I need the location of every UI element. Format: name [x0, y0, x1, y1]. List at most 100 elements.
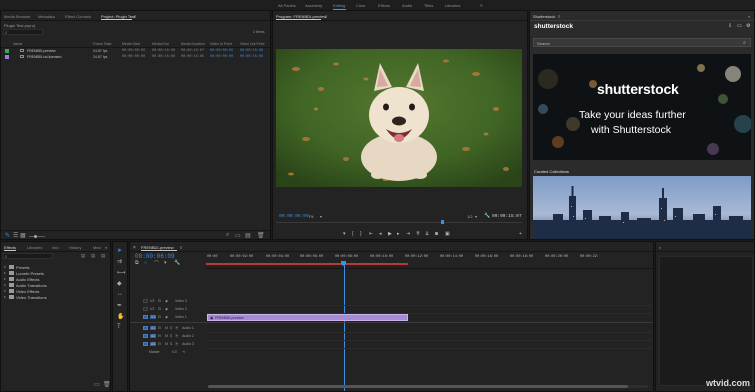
- mark-in-icon[interactable]: {: [352, 231, 354, 237]
- workspace-color[interactable]: Color: [356, 3, 366, 8]
- step-forward-icon[interactable]: ▸: [397, 231, 400, 237]
- search-icon[interactable]: ⌕: [743, 40, 746, 46]
- panel-overflow-icon[interactable]: »: [748, 14, 750, 19]
- col-frame-rate[interactable]: Frame Rate: [93, 42, 111, 46]
- tab-metadata[interactable]: Metadata: [38, 14, 55, 19]
- mute-button[interactable]: M: [165, 334, 168, 338]
- camera-icon[interactable]: ◙: [435, 231, 438, 237]
- tab-program[interactable]: Program: FRENBDI-preview: [276, 14, 326, 19]
- workspace-overflow-icon[interactable]: »: [480, 3, 483, 9]
- tab-effect-controls[interactable]: Effect Controls: [65, 14, 91, 19]
- mark-out-icon[interactable]: }: [360, 231, 362, 237]
- add-button-icon[interactable]: +: [519, 231, 522, 237]
- sync-lock-icon[interactable]: ⊟: [158, 307, 161, 311]
- program-timecode[interactable]: 00:00:06:09: [279, 214, 309, 219]
- trash-icon[interactable]: 🗑: [103, 381, 110, 388]
- yuv-effects-icon[interactable]: ▤: [101, 253, 105, 259]
- selection-tool-icon[interactable]: ➤: [117, 247, 122, 254]
- time-ruler[interactable]: 00:00 00:00:02:00 00:00:04:00 00:00:06:0…: [206, 252, 653, 269]
- trash-icon[interactable]: 🗑: [257, 232, 265, 239]
- project-search-input[interactable]: ⌕: [3, 29, 43, 35]
- track-divider[interactable]: [130, 322, 206, 323]
- tab-media-browser[interactable]: Media Browser: [4, 14, 31, 19]
- timeline-scrollbar[interactable]: [208, 385, 648, 388]
- workspace-libraries[interactable]: Libraries: [445, 3, 460, 8]
- source-patch[interactable]: [143, 342, 148, 346]
- hand-tool-icon[interactable]: ✋: [117, 313, 124, 320]
- track-id[interactable]: A1: [150, 325, 157, 330]
- step-back-icon[interactable]: ◂: [379, 231, 382, 237]
- tab-shutterstock[interactable]: Shutterstock: [533, 14, 555, 19]
- sync-lock-icon[interactable]: ⊟: [158, 342, 161, 346]
- workspace-assembly[interactable]: Assembly: [305, 3, 322, 8]
- expand-arrow-icon[interactable]: ▸: [4, 270, 6, 275]
- col-media-end[interactable]: Media End: [152, 42, 169, 46]
- col-video-in[interactable]: Video In Point: [210, 42, 232, 46]
- track-id[interactable]: V2: [150, 307, 154, 311]
- expand-arrow-icon[interactable]: ▸: [4, 294, 6, 299]
- track-select-tool-icon[interactable]: ⇉: [117, 258, 122, 265]
- tab-info[interactable]: Info: [52, 245, 59, 250]
- mic-icon[interactable]: ⦿: [175, 342, 179, 347]
- eye-icon[interactable]: ◉: [165, 315, 168, 319]
- tab-project[interactable]: Project: Plugin Test: [101, 14, 135, 19]
- sync-lock-icon[interactable]: ⊟: [158, 315, 161, 319]
- sync-lock-icon[interactable]: ⊟: [158, 299, 161, 303]
- solo-button[interactable]: S: [170, 342, 172, 346]
- shutterstock-banner[interactable]: shutterstock Take your ideas further wit…: [533, 54, 751, 160]
- pencil-icon[interactable]: ✎: [5, 232, 10, 239]
- lift-icon[interactable]: ⇈: [416, 231, 420, 237]
- fit-dropdown[interactable]: Fit: [309, 214, 313, 219]
- mute-button[interactable]: M: [165, 326, 168, 330]
- quality-dropdown[interactable]: 1/2: [467, 214, 473, 219]
- workspace-all-panels[interactable]: All Panels: [278, 3, 296, 8]
- workspace-effects[interactable]: Effects: [378, 3, 390, 8]
- tab-media[interactable]: Med: [93, 245, 101, 250]
- close-icon[interactable]: ×: [659, 245, 661, 250]
- download-icon[interactable]: ⇩: [728, 23, 732, 29]
- effects-search-input[interactable]: ⌕: [3, 253, 53, 259]
- scrollbar-thumb[interactable]: [208, 385, 628, 388]
- wrench-icon[interactable]: 🔧: [484, 213, 490, 219]
- icon-view-icon[interactable]: ▦: [20, 232, 26, 239]
- new-bin-icon[interactable]: ▭: [94, 381, 100, 388]
- settings-icon[interactable]: ⚙: [746, 23, 750, 29]
- col-media-start[interactable]: Media Start: [122, 42, 140, 46]
- track-id[interactable]: V1: [150, 314, 157, 319]
- source-patch[interactable]: [143, 334, 148, 338]
- play-icon[interactable]: ▶: [388, 231, 392, 237]
- folder-icon[interactable]: ▭: [737, 23, 742, 29]
- go-to-in-icon[interactable]: ⇤: [369, 231, 373, 237]
- nest-toggle-icon[interactable]: ⧉: [135, 260, 139, 266]
- type-tool-icon[interactable]: T: [117, 324, 121, 330]
- track-id[interactable]: V3: [150, 299, 154, 303]
- col-video-out[interactable]: Video Out Point: [240, 42, 264, 46]
- chevron-down-icon[interactable]: ▾: [320, 214, 322, 219]
- tab-menu-icon[interactable]: ≡: [134, 14, 136, 19]
- razor-tool-icon[interactable]: ◆: [117, 280, 122, 287]
- add-marker-icon[interactable]: ▾: [164, 260, 167, 266]
- tab-sequence[interactable]: FRENBDI-preview: [141, 245, 174, 250]
- mute-button[interactable]: M: [165, 342, 168, 346]
- program-scrubber[interactable]: [276, 222, 522, 223]
- timeline-timecode[interactable]: 00:00:06:09: [135, 253, 175, 260]
- expand-arrow-icon[interactable]: ▸: [4, 288, 6, 293]
- panel-overflow-icon[interactable]: »: [105, 245, 107, 250]
- accelerated-effects-icon[interactable]: ▤: [81, 253, 85, 259]
- collection-thumbnail[interactable]: [533, 176, 751, 239]
- col-media-duration[interactable]: Media Duration: [181, 42, 205, 46]
- 32bit-effects-icon[interactable]: ▤: [91, 253, 95, 259]
- go-to-end-icon[interactable]: ⇥: [182, 350, 185, 354]
- go-to-out-icon[interactable]: ⇥: [406, 231, 410, 237]
- tab-libraries[interactable]: Libraries: [27, 245, 42, 250]
- playhead-marker[interactable]: [441, 220, 444, 224]
- snap-icon[interactable]: ∩: [144, 260, 148, 266]
- master-volume[interactable]: 0.0: [172, 350, 177, 354]
- expand-arrow-icon[interactable]: ▸: [4, 282, 6, 287]
- tab-effects[interactable]: Effects: [4, 245, 16, 250]
- source-patch[interactable]: [143, 299, 148, 303]
- add-marker-icon[interactable]: ▾: [343, 231, 346, 237]
- eye-icon[interactable]: ◉: [165, 307, 168, 311]
- linked-selection-icon[interactable]: ⌒: [154, 260, 159, 267]
- source-patch[interactable]: [143, 315, 148, 319]
